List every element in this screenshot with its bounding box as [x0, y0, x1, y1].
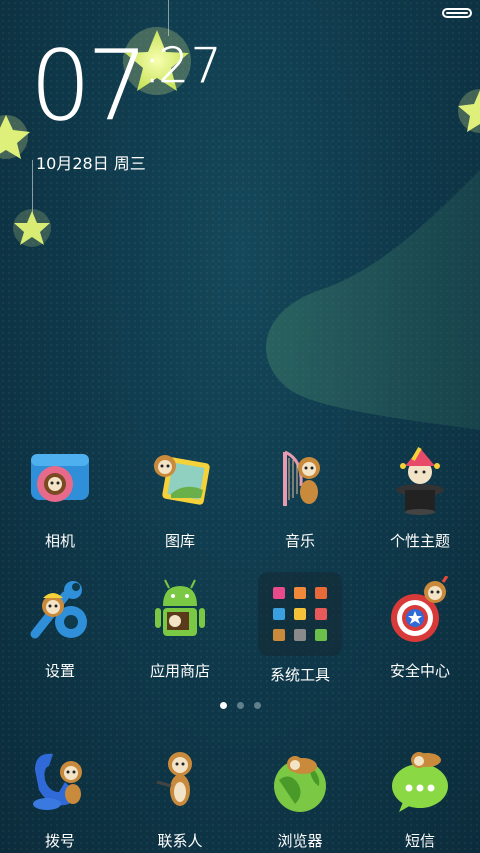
lockscreen-clock: 07:27	[30, 30, 224, 142]
page-dot[interactable]	[219, 702, 227, 709]
star-icon	[458, 89, 480, 133]
lockscreen-date: 10月28日 周三	[36, 154, 146, 173]
app-label: 浏览器	[277, 832, 323, 850]
mini-app-icon	[272, 586, 285, 599]
settings-icon	[30, 581, 87, 639]
app-label: 拨号	[44, 832, 75, 850]
app-store[interactable]: 应用商店	[120, 576, 240, 685]
app-label: 相机	[44, 532, 75, 550]
app-camera[interactable]: 相机	[0, 446, 120, 551]
clock-minute: 27	[158, 38, 224, 94]
app-system-tools-folder[interactable]: 系统工具	[240, 572, 360, 685]
app-row-2: 设置 应用商店 系统工具 安全中心	[0, 572, 480, 685]
app-label: 图库	[164, 532, 195, 550]
mini-app-icon	[315, 607, 328, 620]
mini-app-icon	[272, 629, 285, 642]
star-icon	[0, 115, 30, 159]
page-dot[interactable]	[253, 702, 261, 709]
app-security-center[interactable]: 安全中心	[360, 575, 480, 685]
app-row-1: 相机 图库 音乐 个性主题	[0, 446, 480, 551]
music-icon	[283, 450, 320, 506]
app-settings[interactable]: 设置	[0, 576, 120, 685]
contacts-icon	[156, 752, 192, 806]
app-music[interactable]: 音乐	[240, 446, 360, 551]
page-dot[interactable]	[236, 702, 244, 709]
app-themes[interactable]: 个性主题	[360, 446, 480, 551]
app-phone[interactable]: 拨号	[0, 746, 120, 851]
app-label: 应用商店	[149, 662, 210, 680]
app-label: 安全中心	[389, 662, 450, 680]
app-label: 系统工具	[269, 666, 330, 684]
clock-hour: 07	[30, 30, 149, 142]
app-contacts[interactable]: 联系人	[120, 746, 240, 851]
security-center-icon	[391, 575, 449, 642]
themes-icon	[396, 446, 444, 515]
mini-app-icon	[293, 586, 306, 599]
app-messages[interactable]: 短信	[360, 746, 480, 851]
mini-app-icon	[315, 586, 328, 599]
dock: 拨号 联系人 浏览器 短信	[0, 746, 480, 851]
battery-icon	[442, 8, 472, 18]
app-label: 设置	[44, 662, 75, 680]
app-label: 音乐	[284, 532, 315, 550]
mini-app-icon	[315, 629, 328, 642]
mini-app-icon	[293, 629, 306, 642]
app-label: 个性主题	[389, 532, 450, 550]
phone-icon	[33, 753, 82, 810]
app-gallery[interactable]: 图库	[120, 446, 240, 551]
messages-icon	[392, 752, 448, 812]
app-label: 短信	[404, 832, 435, 850]
mini-app-icon	[293, 607, 306, 620]
camera-icon	[31, 454, 89, 502]
browser-icon	[274, 756, 326, 812]
star-icon	[13, 209, 51, 247]
app-label: 联系人	[157, 832, 203, 850]
app-browser[interactable]: 浏览器	[240, 746, 360, 851]
mini-app-icon	[272, 607, 285, 620]
system-tools-folder-icon	[258, 572, 342, 656]
gallery-icon	[154, 455, 210, 505]
page-indicator	[0, 702, 480, 709]
app-store-icon	[155, 579, 205, 636]
